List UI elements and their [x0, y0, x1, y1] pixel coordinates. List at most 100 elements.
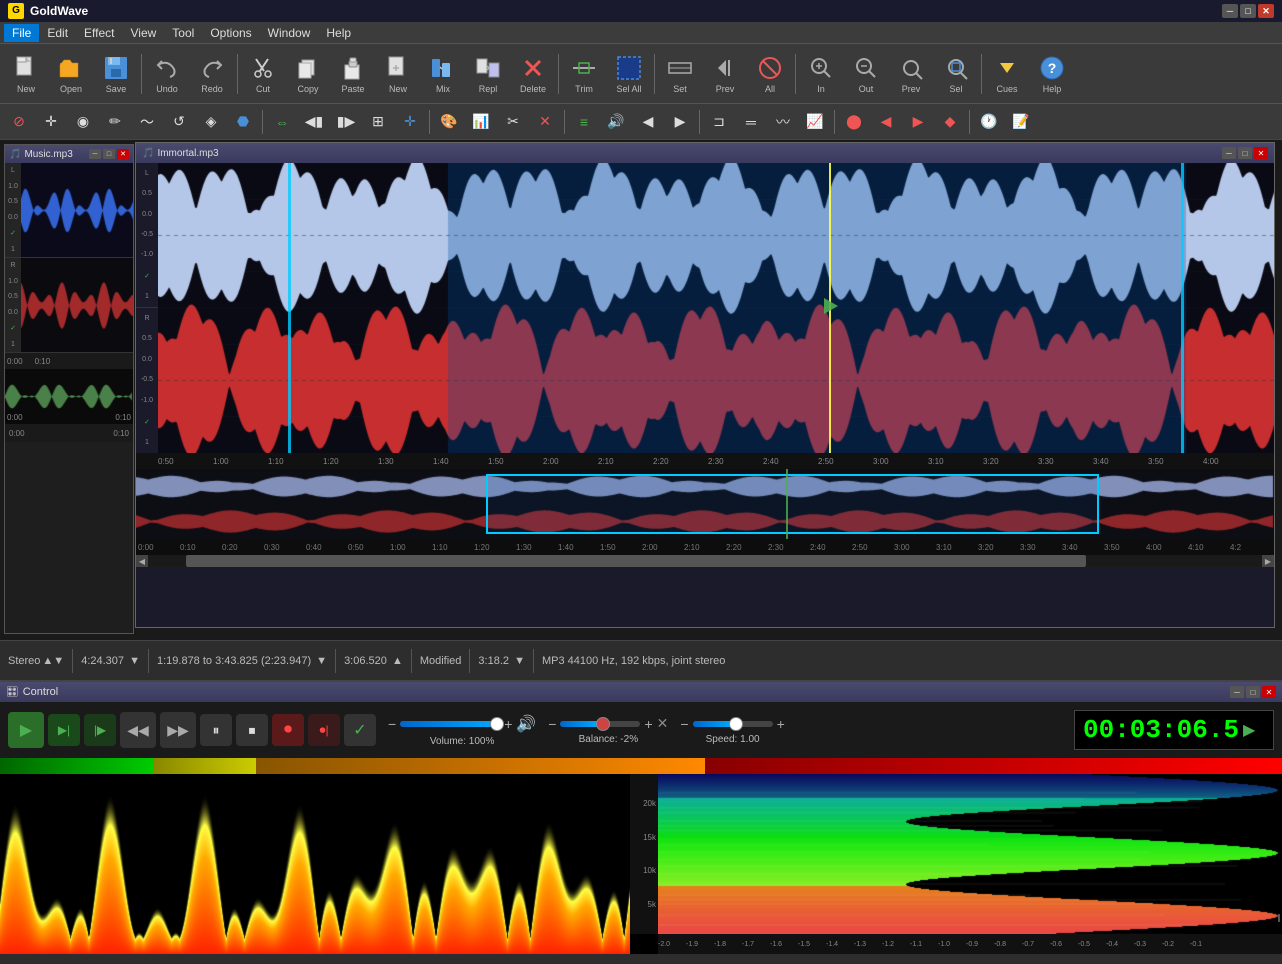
- maximize-button[interactable]: □: [1240, 4, 1256, 18]
- cues-button[interactable]: Cues: [985, 47, 1029, 101]
- set-button[interactable]: Set: [658, 47, 702, 101]
- zoom-in-button[interactable]: In: [799, 47, 843, 101]
- menu-options[interactable]: Options: [202, 24, 259, 42]
- minimize-button[interactable]: ─: [1222, 4, 1238, 18]
- control-win-min[interactable]: ─: [1230, 686, 1244, 698]
- vol-plus[interactable]: +: [504, 716, 512, 732]
- scroll-thumb[interactable]: [186, 555, 1086, 567]
- size-arrow[interactable]: ▼: [514, 655, 525, 667]
- scroll-left-btn[interactable]: ◀: [136, 555, 148, 567]
- select-button[interactable]: ◉: [68, 107, 98, 137]
- balance-slider-track[interactable]: [560, 721, 640, 727]
- snap-button[interactable]: ⊐: [704, 107, 734, 137]
- check-button[interactable]: ✓: [344, 714, 376, 746]
- copy-button[interactable]: Copy: [286, 47, 330, 101]
- cut-button[interactable]: Cut: [241, 47, 285, 101]
- speed-minus[interactable]: −: [680, 716, 688, 732]
- redo-button[interactable]: Redo: [190, 47, 234, 101]
- immortal-overview[interactable]: [136, 469, 1274, 539]
- menu-effect[interactable]: Effect: [76, 24, 122, 42]
- color-button[interactable]: 🎨: [434, 107, 464, 137]
- zoom-all-button[interactable]: ⊞: [363, 107, 393, 137]
- menu-edit[interactable]: Edit: [39, 24, 76, 42]
- menu-view[interactable]: View: [123, 24, 165, 42]
- sel-all-button[interactable]: Sel All: [607, 47, 651, 101]
- region-button[interactable]: ⬣: [228, 107, 258, 137]
- save-button[interactable]: Save: [94, 47, 138, 101]
- rewind-button[interactable]: ◀◀: [120, 712, 156, 748]
- notes-button[interactable]: 📝: [1006, 107, 1036, 137]
- start-button[interactable]: ◀▮: [299, 107, 329, 137]
- vol-minus[interactable]: −: [388, 716, 396, 732]
- play-button[interactable]: ▶: [8, 712, 44, 748]
- music-win-max[interactable]: □: [103, 149, 115, 159]
- marker-l-button[interactable]: ◀: [871, 107, 901, 137]
- scroll-right-btn[interactable]: ▶: [1262, 555, 1274, 567]
- analyze-button[interactable]: 📈: [800, 107, 830, 137]
- new-button[interactable]: New: [4, 47, 48, 101]
- stop-tb-button[interactable]: ⊘: [4, 107, 34, 137]
- volume-slider-track[interactable]: [400, 721, 500, 727]
- split-button[interactable]: ◀: [633, 107, 663, 137]
- open-button[interactable]: Open: [49, 47, 93, 101]
- undo-button[interactable]: Undo: [145, 47, 189, 101]
- wave2-button[interactable]: 〰: [768, 107, 798, 137]
- move-button[interactable]: ✛: [36, 107, 66, 137]
- zoom-sel-button[interactable]: Sel: [934, 47, 978, 101]
- mark-button[interactable]: ✕: [530, 107, 560, 137]
- volume-tb-button[interactable]: 🔊: [601, 107, 631, 137]
- cut2-button[interactable]: ✂: [498, 107, 528, 137]
- spectrum-button[interactable]: 📊: [466, 107, 496, 137]
- menu-window[interactable]: Window: [260, 24, 319, 42]
- all-button[interactable]: All: [748, 47, 792, 101]
- duration-arrow[interactable]: ▼: [129, 655, 140, 667]
- immortal-waveform-area[interactable]: L 0.5 0.0 -0.5 -1.0 ✓ 1 R 0.5 0.0 -0.5 -…: [136, 163, 1274, 453]
- stop-button[interactable]: ⏹: [236, 714, 268, 746]
- mix-button[interactable]: Mix: [421, 47, 465, 101]
- control-win-close[interactable]: ✕: [1262, 686, 1276, 698]
- marker-b-button[interactable]: ◆: [935, 107, 965, 137]
- pause-button[interactable]: ⏸: [200, 714, 232, 746]
- channels-arrow[interactable]: ▲▼: [42, 655, 64, 667]
- marker-r-button[interactable]: ▶: [903, 107, 933, 137]
- balance-icon[interactable]: ✕: [657, 715, 669, 732]
- menu-tool[interactable]: Tool: [164, 24, 202, 42]
- immortal-win-min[interactable]: ─: [1222, 147, 1236, 159]
- range-button[interactable]: ⇔: [267, 107, 297, 137]
- play-selection-button[interactable]: ▶|: [48, 714, 80, 746]
- zoom-out-button[interactable]: Out: [844, 47, 888, 101]
- control-win-max[interactable]: □: [1246, 686, 1260, 698]
- new2-button[interactable]: New: [376, 47, 420, 101]
- paste-button[interactable]: Paste: [331, 47, 375, 101]
- speed-plus[interactable]: +: [777, 716, 785, 732]
- zoom-prev-button[interactable]: Prev: [889, 47, 933, 101]
- position-arrow[interactable]: ▲: [392, 655, 403, 667]
- prev-button[interactable]: Prev: [703, 47, 747, 101]
- close-button[interactable]: ✕: [1258, 4, 1274, 18]
- music-win-close[interactable]: ✕: [117, 149, 129, 159]
- immortal-win-max[interactable]: □: [1238, 147, 1252, 159]
- draw-button[interactable]: ✏: [100, 107, 130, 137]
- wave-button[interactable]: 〜: [132, 107, 162, 137]
- pointer-button[interactable]: ◈: [196, 107, 226, 137]
- selection-arrow[interactable]: ▼: [316, 655, 327, 667]
- loop-button[interactable]: ↺: [164, 107, 194, 137]
- immortal-win-close[interactable]: ✕: [1254, 147, 1268, 159]
- menu-help[interactable]: Help: [318, 24, 359, 42]
- speed-slider-track[interactable]: [693, 721, 773, 727]
- music-win-min[interactable]: ─: [89, 149, 101, 159]
- clock-button[interactable]: 🕐: [974, 107, 1004, 137]
- concat-button[interactable]: ▶: [665, 107, 695, 137]
- immortal-scrollbar[interactable]: ◀ ▶: [136, 555, 1274, 567]
- crosshair-button[interactable]: ✛: [395, 107, 425, 137]
- rainbow-button[interactable]: ≡: [569, 107, 599, 137]
- replace-button[interactable]: Repl: [466, 47, 510, 101]
- record-button[interactable]: ⏺: [272, 714, 304, 746]
- bal-minus[interactable]: −: [548, 716, 556, 732]
- fastforward-button[interactable]: ▶▶: [160, 712, 196, 748]
- delete-button[interactable]: Delete: [511, 47, 555, 101]
- red-circle-button[interactable]: ⬤: [839, 107, 869, 137]
- trim-button[interactable]: Trim: [562, 47, 606, 101]
- play-end-button[interactable]: |▶: [84, 714, 116, 746]
- menu-file[interactable]: File: [4, 24, 39, 42]
